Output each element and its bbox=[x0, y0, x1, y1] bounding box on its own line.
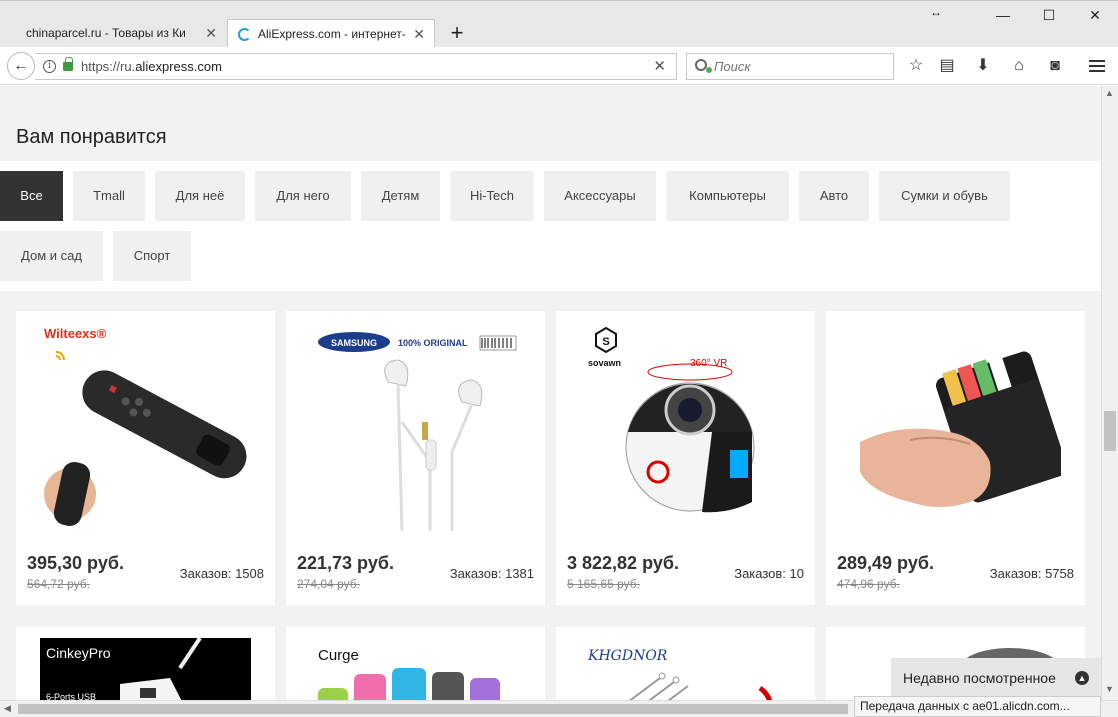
product-brand: KHGDNOR bbox=[587, 648, 668, 664]
product-grid: Wilteexs® 395,30 руб. 564,72 руб. Заказо… bbox=[0, 291, 1101, 700]
category-for-her[interactable]: Для неё bbox=[155, 171, 245, 221]
product-image-bottles[interactable]: Curge bbox=[310, 638, 521, 700]
home-icon[interactable]: ⌂ bbox=[1008, 56, 1030, 76]
product-card[interactable]: Curge bbox=[286, 627, 545, 700]
product-price: 221,73 руб. bbox=[297, 553, 394, 573]
product-price: 289,49 руб. bbox=[837, 553, 934, 573]
product-card[interactable]: CinkeyPro 6-Ports USB bbox=[16, 627, 275, 700]
section-title: Вам понравится bbox=[16, 126, 167, 148]
category-filters: Все Tmall Для неё Для него Детям Hi-Tech… bbox=[0, 161, 1101, 291]
product-price: 3 822,82 руб. bbox=[567, 553, 679, 573]
product-brand: Curge bbox=[318, 647, 359, 664]
product-brand-sub: 100% ORIGINAL bbox=[398, 338, 468, 348]
product-orders: Заказов: 1508 bbox=[179, 566, 264, 581]
tab-label: AliExpress.com - интернет- bbox=[258, 27, 406, 41]
product-old-price: 274,04 руб. bbox=[297, 577, 360, 591]
scroll-down-icon[interactable]: ▼ bbox=[1105, 684, 1114, 694]
tab-chinaparcel[interactable]: chinaparcel.ru - Товары из Кита ✕ bbox=[8, 19, 226, 48]
category-home-garden[interactable]: Дом и сад bbox=[0, 231, 103, 281]
section-header: Вам понравится bbox=[0, 86, 1101, 161]
download-icon[interactable]: ⬇ bbox=[972, 56, 994, 76]
product-image-usb-hub[interactable]: CinkeyPro 6-Ports USB bbox=[40, 638, 251, 700]
loading-icon bbox=[238, 28, 251, 41]
product-image-camera[interactable]: S sovawn 360° VR bbox=[580, 322, 791, 531]
product-orders: Заказов: 1381 bbox=[449, 566, 534, 581]
vertical-scrollbar[interactable]: ▲ ▼ bbox=[1101, 86, 1118, 700]
search-icon bbox=[695, 59, 712, 73]
product-orders: Заказов: 10 bbox=[734, 566, 804, 581]
bookmark-star-icon[interactable]: ☆ bbox=[905, 56, 927, 76]
product-image-wallet[interactable] bbox=[850, 322, 1061, 531]
back-arrow-icon[interactable]: ← bbox=[7, 52, 35, 80]
reading-list-icon[interactable]: ▤ bbox=[936, 56, 958, 76]
product-card[interactable]: Wilteexs® 395,30 руб. 564,72 руб. Заказо… bbox=[16, 311, 275, 605]
pocket-icon[interactable]: ◙ bbox=[1044, 56, 1066, 76]
url-text[interactable]: https://ru.aliexpress.com bbox=[81, 59, 222, 74]
product-card[interactable]: 289,49 руб. 474,96 руб. Заказов: 5758 bbox=[826, 311, 1085, 605]
clear-icon[interactable]: ✕ bbox=[653, 57, 666, 75]
product-brand: sovawn bbox=[588, 358, 621, 368]
category-accessories[interactable]: Аксессуары bbox=[544, 171, 656, 221]
category-auto[interactable]: Авто bbox=[799, 171, 869, 221]
recently-viewed-label: Недавно посмотренное bbox=[903, 670, 1056, 686]
url-bar[interactable]: i https://ru.aliexpress.com ✕ bbox=[35, 53, 677, 80]
close-icon[interactable]: ✕ bbox=[205, 19, 217, 48]
category-tmall[interactable]: Tmall bbox=[73, 171, 145, 221]
scroll-up-icon[interactable]: ▲ bbox=[1105, 88, 1114, 98]
product-card[interactable]: SAMSUNG 100% ORIGINAL 221,73 руб. 274,04… bbox=[286, 311, 545, 605]
lock-icon[interactable] bbox=[63, 57, 73, 71]
product-image-presenter[interactable]: Wilteexs® bbox=[40, 322, 251, 531]
status-bar: Передача данных с ae01.alicdn.com... bbox=[854, 696, 1101, 717]
category-bags-shoes[interactable]: Сумки и обувь bbox=[879, 171, 1010, 221]
category-kids[interactable]: Детям bbox=[361, 171, 440, 221]
page-content: Вам понравится Все Tmall Для неё Для нег… bbox=[0, 86, 1101, 700]
chevron-up-icon: ▲ bbox=[1075, 671, 1089, 685]
browser-titlebar: chinaparcel.ru - Товары из Кита ✕ AliExp… bbox=[0, 0, 1118, 48]
product-old-price: 474,96 руб. bbox=[837, 577, 900, 591]
maximize-icon[interactable]: ☐ bbox=[1034, 7, 1064, 29]
close-icon[interactable]: ✕ bbox=[413, 20, 425, 48]
category-for-him[interactable]: Для него bbox=[255, 171, 351, 221]
product-image-tools[interactable]: KHGDNOR bbox=[580, 638, 791, 700]
recently-viewed-button[interactable]: Недавно посмотренное ▲ bbox=[891, 658, 1101, 698]
category-sport[interactable]: Спорт bbox=[113, 231, 191, 281]
scroll-left-icon[interactable]: ◀ bbox=[4, 703, 11, 714]
product-brand: SAMSUNG bbox=[331, 338, 377, 348]
category-all[interactable]: Все bbox=[0, 171, 63, 221]
product-badge: 360° VR bbox=[690, 358, 727, 369]
new-tab-icon[interactable]: + bbox=[446, 19, 468, 47]
product-card[interactable]: S sovawn 360° VR 3 822,82 руб. 5 165,65 … bbox=[556, 311, 815, 605]
navigation-toolbar: ← i https://ru.aliexpress.com ✕ ☆ ▤ ⬇ ⌂ … bbox=[0, 47, 1118, 85]
scroll-thumb[interactable] bbox=[1104, 411, 1116, 451]
product-brand: Wilteexs® bbox=[44, 326, 107, 341]
search-input[interactable] bbox=[714, 59, 884, 74]
product-image-earphones[interactable]: SAMSUNG 100% ORIGINAL bbox=[310, 322, 521, 531]
search-bar[interactable] bbox=[686, 53, 894, 80]
resize-icon: ↔ bbox=[930, 5, 942, 19]
window-close-icon[interactable]: ✕ bbox=[1080, 7, 1110, 29]
product-old-price: 5 165,65 руб. bbox=[567, 577, 640, 591]
svg-text:S: S bbox=[602, 336, 609, 348]
product-orders: Заказов: 5758 bbox=[989, 566, 1074, 581]
product-brand: CinkeyPro bbox=[46, 645, 111, 661]
scroll-thumb-horizontal[interactable] bbox=[18, 704, 848, 714]
category-computers[interactable]: Компьютеры bbox=[666, 171, 789, 221]
product-card[interactable]: KHGDNOR bbox=[556, 627, 815, 700]
tab-label: chinaparcel.ru - Товары из Кита bbox=[26, 26, 186, 40]
product-price: 395,30 руб. bbox=[27, 553, 124, 573]
product-old-price: 564,72 руб. bbox=[27, 577, 90, 591]
product-sub: 6-Ports USB bbox=[46, 692, 96, 700]
hamburger-menu-icon[interactable] bbox=[1086, 57, 1108, 77]
tab-aliexpress[interactable]: AliExpress.com - интернет- ✕ bbox=[227, 19, 435, 48]
info-icon[interactable]: i bbox=[43, 60, 56, 73]
category-hitech[interactable]: Hi-Tech bbox=[450, 171, 534, 221]
minimize-icon[interactable]: — bbox=[988, 7, 1018, 29]
